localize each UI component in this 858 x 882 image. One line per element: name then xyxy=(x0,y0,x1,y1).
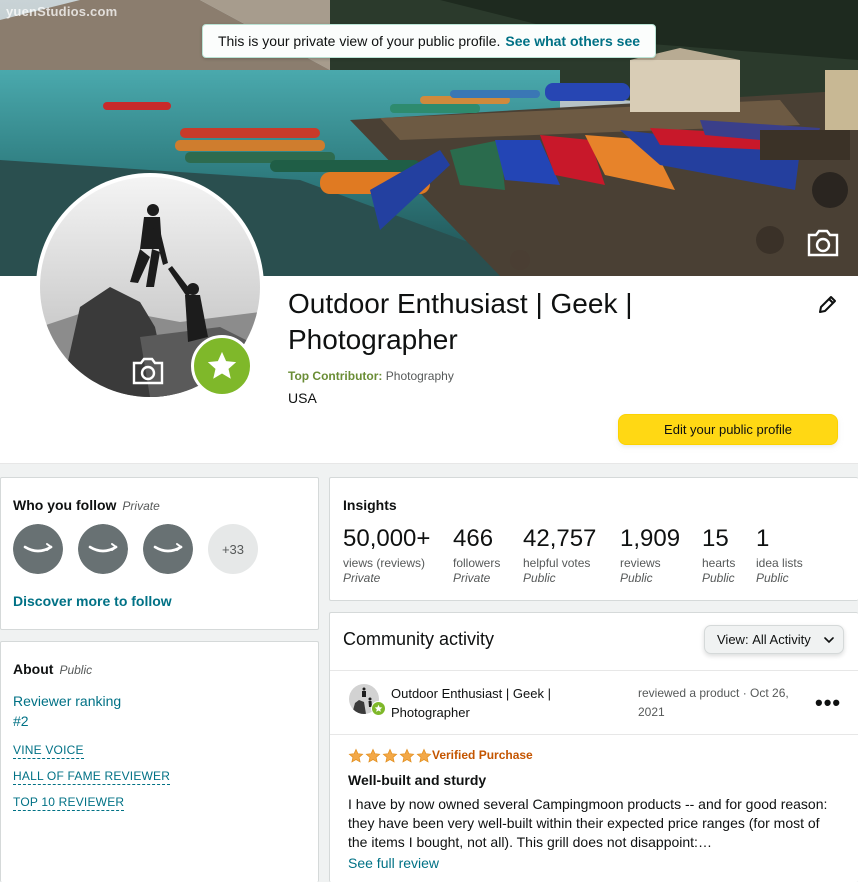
private-view-text: This is your private view of your public… xyxy=(217,33,501,49)
star-rating xyxy=(348,748,432,764)
profile-name: Outdoor Enthusiast | Geek | Photographer xyxy=(288,288,633,355)
stat-label: views (reviews) xyxy=(343,556,426,570)
star-icon xyxy=(374,704,383,712)
top-contributor-line: Top Contributor: Photography xyxy=(288,369,454,383)
avatar-camera-icon[interactable] xyxy=(132,357,164,385)
star-filled-icon xyxy=(365,748,381,763)
view-dropdown-label: View: xyxy=(717,632,749,647)
about-privacy: Public xyxy=(59,663,93,677)
top-contributor-star-badge xyxy=(191,335,253,397)
stat-privacy: Public xyxy=(523,571,556,585)
more-followed-count[interactable]: +33 xyxy=(208,524,258,574)
stat-label: helpful votes xyxy=(523,556,591,570)
stat-label: reviews xyxy=(620,556,661,570)
profile-country: USA xyxy=(288,390,317,406)
star-filled-icon xyxy=(382,748,398,763)
who-you-follow-heading: Who you follow xyxy=(13,497,117,513)
stat-value: 50,000+ xyxy=(343,525,431,552)
followed-avatar-2[interactable] xyxy=(78,524,128,574)
stat-helpful-votes: 42,757 helpful votes Public xyxy=(523,524,596,585)
more-options-icon[interactable]: ••• xyxy=(815,690,841,716)
review-divider xyxy=(330,734,858,735)
stat-idea-lists[interactable]: 1 idea lists Public xyxy=(756,524,803,585)
stat-label: hearts xyxy=(702,556,736,570)
about-card: About Public xyxy=(0,641,319,882)
verified-purchase-label: Verified Purchase xyxy=(432,748,533,762)
edit-public-profile-button[interactable]: Edit your public profile xyxy=(618,414,838,445)
activity-view-dropdown[interactable]: View: All Activity xyxy=(704,625,844,654)
stat-privacy: Private xyxy=(453,571,491,585)
stat-views: 50,000+ views (reviews) Private xyxy=(343,524,430,585)
star-icon xyxy=(207,351,237,379)
stat-followers[interactable]: 466 followers Private xyxy=(453,524,500,585)
who-you-follow-title: Who you follow Private xyxy=(13,497,160,513)
stat-value: 15 xyxy=(702,525,729,552)
reviewer-ranking-value: #2 xyxy=(13,713,29,729)
community-activity-title: Community activity xyxy=(343,629,495,649)
edit-pencil-icon[interactable] xyxy=(816,294,838,316)
stat-privacy: Public xyxy=(756,571,789,585)
activity-divider xyxy=(330,670,858,671)
followed-avatar-3[interactable] xyxy=(143,524,193,574)
activity-meta: reviewed a product · Oct 26, 2021 xyxy=(638,686,789,719)
stat-value: 1 xyxy=(756,525,770,552)
reviewer-ranking-link[interactable]: Reviewer ranking xyxy=(13,693,121,709)
top-contributor-label: Top Contributor: xyxy=(288,369,383,383)
badge-vine-voice[interactable]: VINE VOICE xyxy=(13,743,84,759)
see-full-review-link[interactable]: See full review xyxy=(348,855,439,871)
star-filled-icon xyxy=(399,748,415,763)
star-filled-icon xyxy=(348,748,364,763)
private-view-notice: This is your private view of your public… xyxy=(202,24,656,58)
banner-watermark: yuenStudios.com xyxy=(6,4,118,19)
stat-value: 466 xyxy=(453,525,494,552)
chevron-down-icon xyxy=(824,637,834,644)
stat-reviews[interactable]: 1,909 reviews Public xyxy=(620,524,680,585)
see-what-others-see-link[interactable]: See what others see xyxy=(505,33,640,49)
about-title: About Public xyxy=(13,661,92,677)
author-star-badge xyxy=(371,701,386,716)
stat-label: idea lists xyxy=(756,556,803,570)
who-you-follow-privacy: Private xyxy=(122,499,160,513)
review-title[interactable]: Well-built and sturdy xyxy=(348,772,486,788)
stat-label: followers xyxy=(453,556,501,570)
activity-author-name[interactable]: Outdoor Enthusiast | Geek | Photographer xyxy=(391,684,601,722)
badge-top-10[interactable]: TOP 10 REVIEWER xyxy=(13,795,125,811)
star-filled-icon xyxy=(416,748,432,763)
top-contributor-category: Photography xyxy=(385,369,454,383)
camera-icon[interactable] xyxy=(806,228,840,258)
stat-value: 42,757 xyxy=(523,525,597,552)
view-dropdown-value: All Activity xyxy=(752,632,811,647)
stat-value: 1,909 xyxy=(620,525,681,552)
stat-privacy: Public xyxy=(702,571,735,585)
badge-hall-of-fame[interactable]: HALL OF FAME REVIEWER xyxy=(13,769,171,785)
stat-privacy: Private xyxy=(343,571,381,585)
stat-hearts[interactable]: 15 hearts Public xyxy=(702,524,735,585)
review-body: I have by now owned several Campingmoon … xyxy=(348,796,828,850)
discover-more-link[interactable]: Discover more to follow xyxy=(13,593,172,609)
insights-title: Insights xyxy=(343,497,397,513)
followed-avatar-1[interactable] xyxy=(13,524,63,574)
stat-privacy: Public xyxy=(620,571,653,585)
about-heading: About xyxy=(13,661,54,677)
